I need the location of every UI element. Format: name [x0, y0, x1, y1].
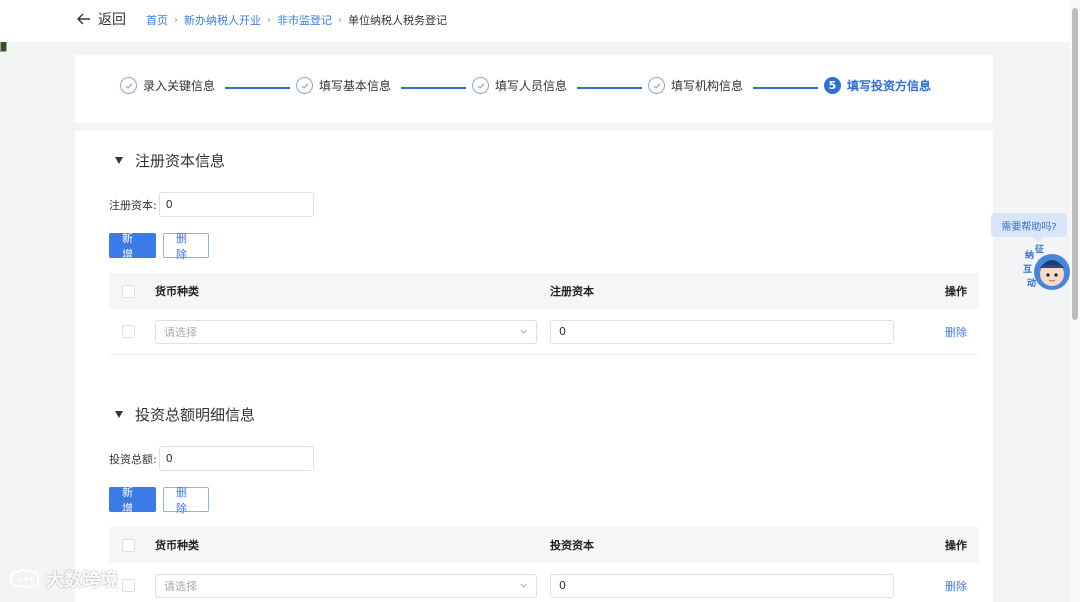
breadcrumb-home[interactable]: 首页: [146, 12, 168, 28]
field-label: 注册资本:: [109, 198, 157, 212]
arrow-left-icon: [77, 13, 90, 25]
currency-select[interactable]: 请选择: [155, 573, 537, 598]
check-icon: [472, 77, 489, 94]
step-3[interactable]: 填写人员信息: [472, 77, 567, 94]
delete-button[interactable]: 删除: [163, 232, 209, 261]
watermark: 大数跨境: [8, 566, 118, 592]
breadcrumb-current: 单位纳税人税务登记: [348, 14, 447, 27]
table-row: 请选择 0 删除: [109, 563, 979, 602]
chevron-right-icon: ›: [267, 14, 271, 26]
back-button[interactable]: 返回: [76, 9, 126, 29]
registered-capital-row: 注册资本:: [109, 192, 314, 217]
check-icon: [120, 77, 137, 94]
step-label: 填写基本信息: [319, 79, 392, 93]
column-header: 操作: [945, 539, 967, 552]
section2-actions: 新增 删除: [109, 486, 209, 515]
form-card: 注册资本信息 注册资本: 新增 删除 货币种类 注册资本 操作 请选择 0 删除…: [75, 131, 993, 602]
step-1[interactable]: 录入关键信息: [120, 77, 215, 94]
step-label: 填写人员信息: [495, 79, 568, 93]
add-button[interactable]: 新增: [109, 232, 156, 261]
section1-actions: 新增 删除: [109, 232, 209, 261]
registered-capital-input[interactable]: [158, 192, 314, 217]
chevron-right-icon: ›: [338, 14, 342, 26]
caret-down-icon: [115, 157, 123, 164]
scrollbar-thumb[interactable]: [1072, 8, 1078, 320]
section-title: 注册资本信息: [135, 152, 226, 170]
watermark-text: 大数跨境: [46, 570, 118, 591]
chevron-down-icon: [520, 583, 527, 588]
column-header: 投资资本: [550, 539, 594, 552]
column-header: 货币种类: [155, 539, 199, 552]
investment-total-input[interactable]: [158, 446, 314, 471]
investment-total-row: 投资总额:: [109, 446, 314, 471]
chevron-down-icon: [520, 329, 527, 334]
row-delete-link[interactable]: 删除: [945, 324, 967, 340]
investment-table: 货币种类 投资资本 操作 请选择 0 删除: [109, 527, 979, 602]
step-label: 填写机构信息: [671, 79, 744, 93]
breadcrumb-new-taxpayer[interactable]: 新办纳税人开业: [184, 12, 261, 28]
select-placeholder: 请选择: [164, 325, 197, 339]
table-row: 请选择 0 删除: [109, 309, 979, 355]
breadcrumb-non-market[interactable]: 非市监登记: [277, 12, 332, 28]
field-label: 投资总额:: [109, 452, 157, 466]
add-button[interactable]: 新增: [109, 486, 156, 515]
step-connector: [401, 87, 466, 89]
column-header: 注册资本: [550, 285, 594, 298]
step-connector: [577, 87, 642, 89]
step-4[interactable]: 填写机构信息: [648, 77, 743, 94]
breadcrumb: 首页 › 新办纳税人开业 › 非市监登记 › 单位纳税人税务登记: [146, 12, 447, 28]
back-label: 返回: [98, 12, 126, 28]
mascot-char: 互: [1023, 264, 1032, 275]
chevron-right-icon: ›: [174, 14, 178, 26]
section-header-registered-capital[interactable]: 注册资本信息: [115, 150, 225, 171]
column-header: 操作: [945, 285, 967, 298]
currency-select[interactable]: 请选择: [155, 319, 537, 344]
step-2[interactable]: 填写基本信息: [296, 77, 391, 94]
table-header: 货币种类 投资资本 操作: [109, 527, 979, 563]
delete-button[interactable]: 删除: [163, 486, 209, 515]
row-checkbox[interactable]: [122, 579, 135, 592]
table-header: 货币种类 注册资本 操作: [109, 273, 979, 309]
step-connector: [753, 87, 818, 89]
registered-capital-table: 货币种类 注册资本 操作 请选择 0 删除: [109, 273, 979, 355]
check-icon: [648, 77, 665, 94]
step-number: 5: [824, 77, 841, 94]
step-label: 录入关键信息: [143, 79, 216, 93]
select-placeholder: 请选择: [164, 579, 197, 593]
row-checkbox[interactable]: [122, 325, 135, 338]
mascot-char: 征: [1035, 244, 1044, 255]
step-connector: [225, 87, 290, 89]
section-header-investment-total[interactable]: 投资总额明细信息: [115, 404, 255, 425]
select-all-checkbox[interactable]: [122, 538, 135, 552]
row-delete-link[interactable]: 删除: [945, 578, 967, 594]
watermark-logo-icon: [9, 569, 40, 589]
check-icon: [296, 77, 313, 94]
help-bubble[interactable]: 需要帮助吗?: [991, 213, 1067, 242]
capital-amount-input[interactable]: 0: [550, 319, 894, 344]
step-5[interactable]: 5 填写投资方信息: [824, 77, 931, 94]
mascot-char: 纳: [1025, 249, 1034, 261]
section-title: 投资总额明细信息: [135, 406, 256, 424]
step-label: 填写投资方信息: [847, 79, 932, 93]
caret-down-icon: [115, 411, 123, 418]
top-bar: 返回 首页 › 新办纳税人开业 › 非市监登记 › 单位纳税人税务登记: [0, 0, 1070, 42]
scrollbar[interactable]: [1070, 0, 1080, 602]
column-header: 货币种类: [155, 285, 199, 298]
steps-bar: 录入关键信息 填写基本信息 填写人员信息 填写机构信息 5 填写投资方信息: [75, 55, 993, 123]
investment-amount-input[interactable]: 0: [550, 573, 894, 598]
select-all-checkbox[interactable]: [122, 284, 135, 298]
mascot-char: 动: [1027, 278, 1036, 289]
assistant-mascot-icon[interactable]: 纳 征 互 动: [1021, 244, 1071, 294]
